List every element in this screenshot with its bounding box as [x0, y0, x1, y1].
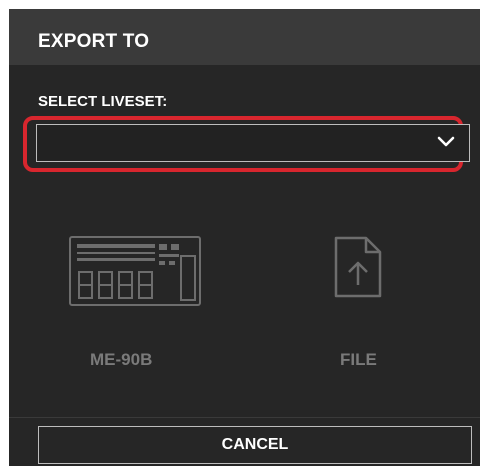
cancel-button[interactable]: CANCEL — [38, 426, 472, 464]
dialog-header: EXPORT TO — [9, 9, 480, 65]
dialog-title: EXPORT TO — [38, 31, 150, 52]
select-liveset-label: SELECT LIVESET: — [38, 93, 168, 110]
export-dialog: EXPORT TO SELECT LIVESET: ME-90B FILE CA… — [9, 9, 480, 466]
file-label: FILE — [340, 350, 377, 369]
cancel-button-label: CANCEL — [221, 436, 289, 453]
liveset-select[interactable] — [36, 124, 470, 162]
file-upload-icon[interactable] — [333, 235, 383, 299]
me90b-device-icon[interactable] — [69, 236, 201, 306]
chevron-down-icon — [437, 136, 455, 147]
footer-divider — [9, 417, 480, 418]
me90b-label: ME-90B — [90, 350, 153, 369]
